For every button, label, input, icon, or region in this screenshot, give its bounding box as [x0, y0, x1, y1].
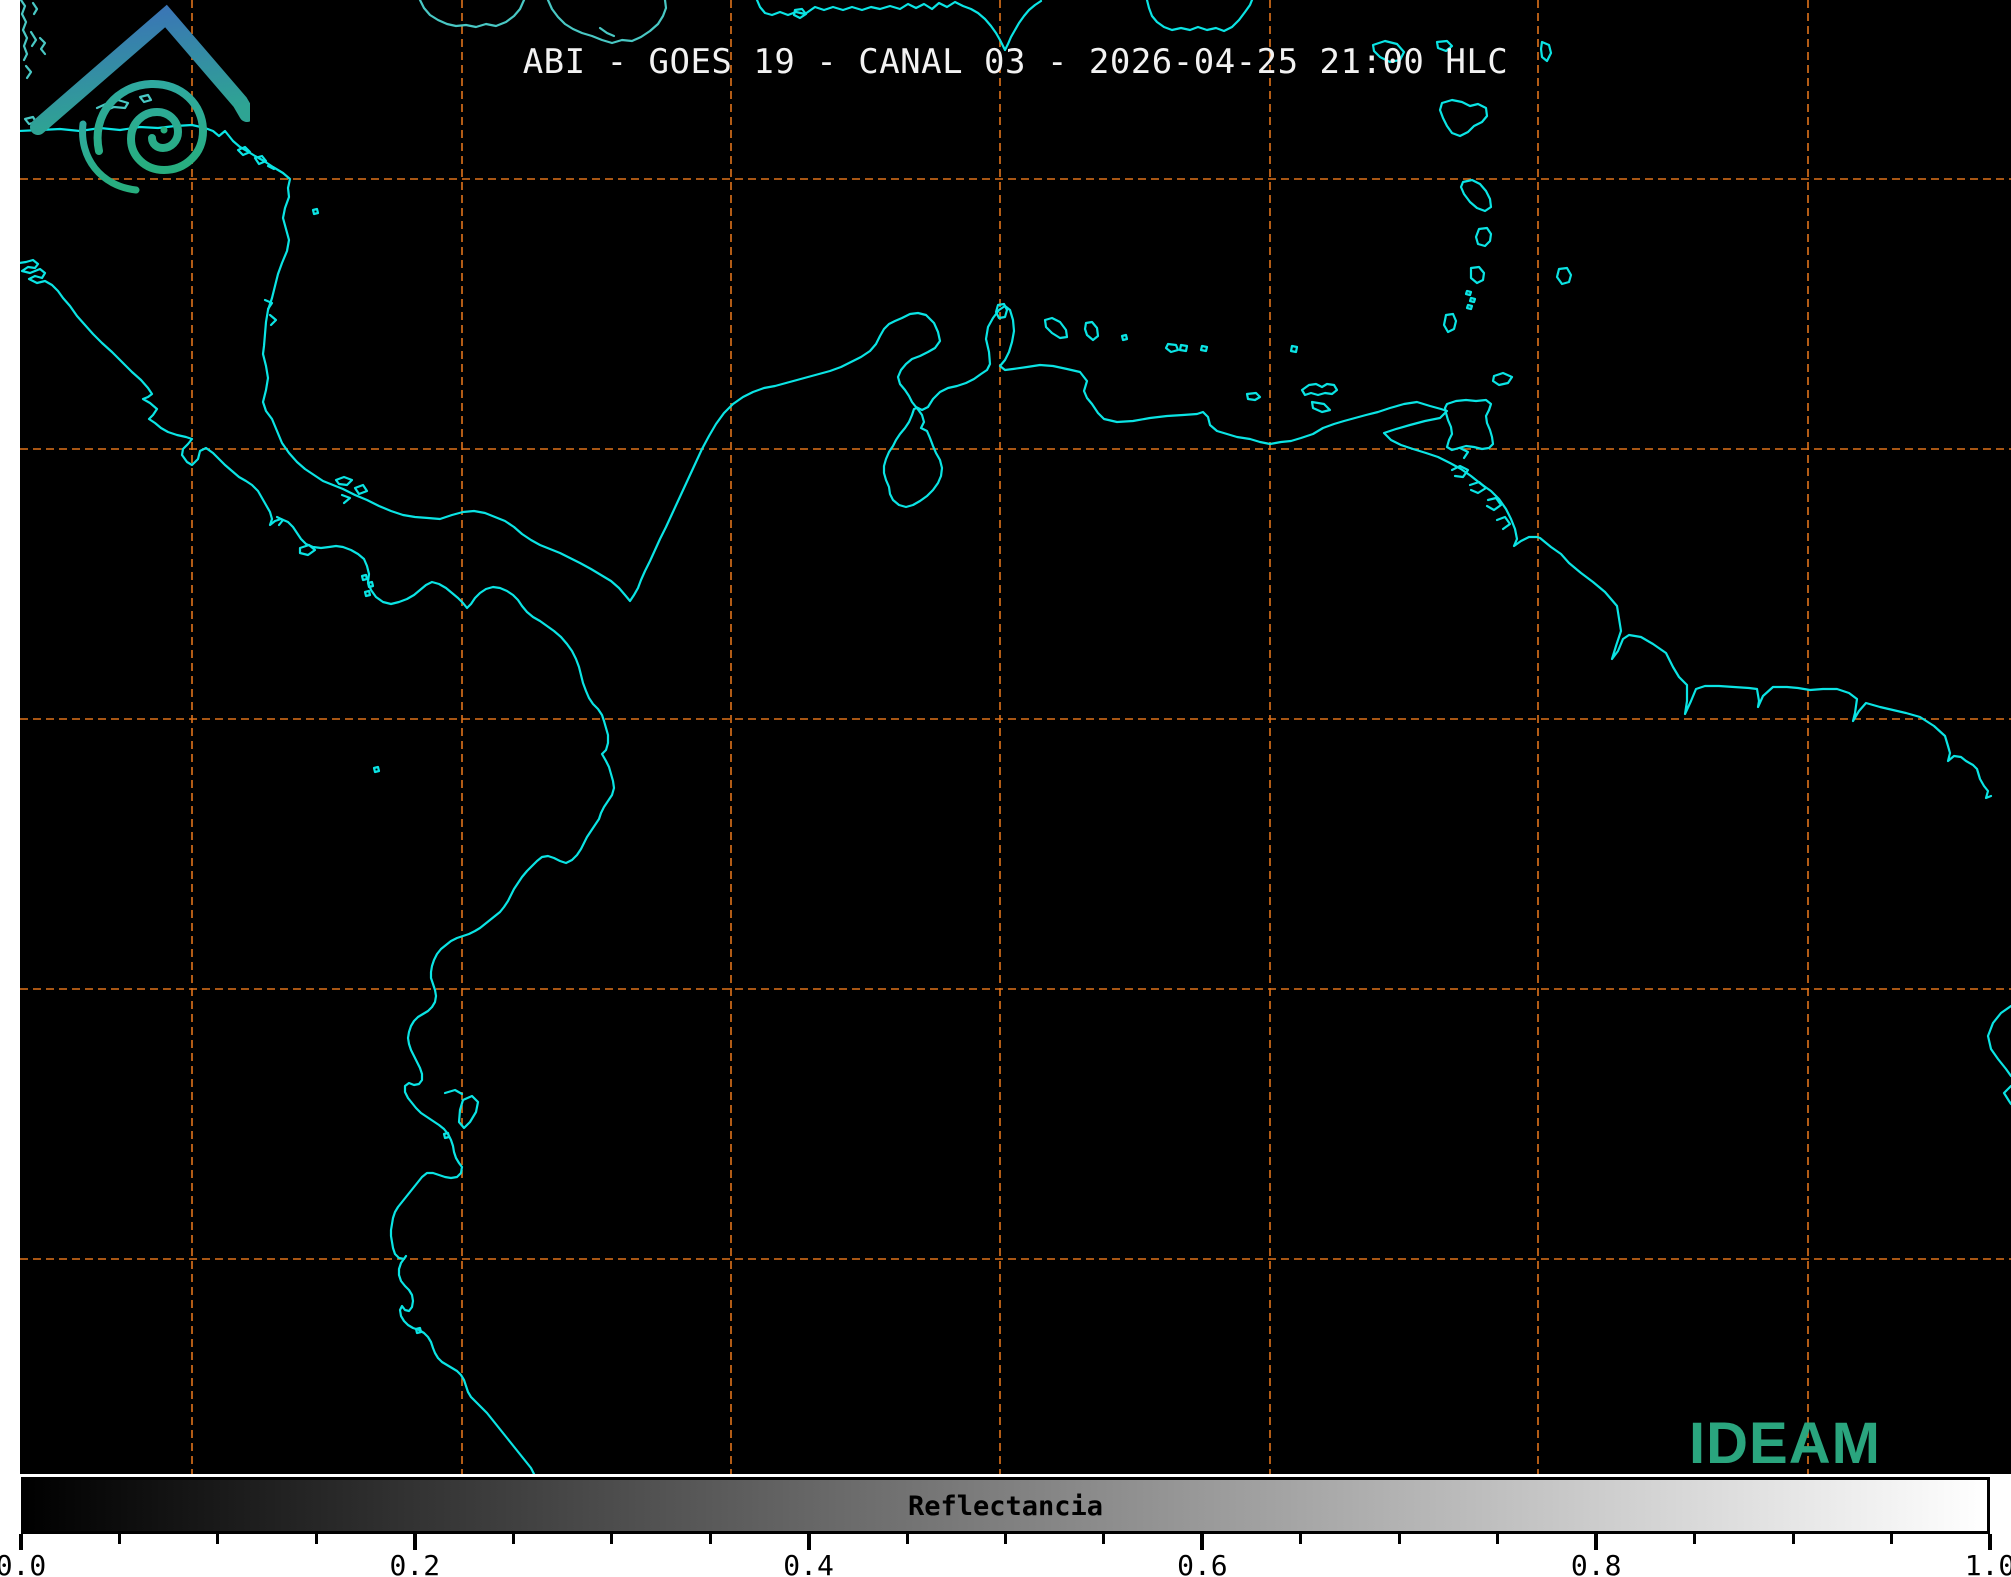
coastline-lake-maracaibo — [884, 408, 942, 507]
coastline-caribbean-mainland — [20, 125, 1991, 798]
ideam-logo-text: IDEAM — [1668, 1410, 1902, 1474]
satellite-product-figure: ABI - GOES 19 - CANAL 03 - 2026-04-25 21… — [0, 0, 2011, 1577]
map-title: ABI - GOES 19 - CANAL 03 - 2026-04-25 21… — [20, 42, 2011, 82]
coastlines — [20, 0, 2011, 1474]
colorbar-minor-tick — [1693, 1534, 1696, 1544]
colorbar-axis: 0.0 0.2 0.4 0.6 0.8 1.0 — [0, 1534, 2011, 1577]
logo-hurricane-spiral — [98, 84, 203, 170]
colorbar-label: Reflectancia — [24, 1491, 1987, 1522]
satellite-map: ABI - GOES 19 - CANAL 03 - 2026-04-25 21… — [20, 0, 2011, 1474]
colorbar-minor-tick — [1004, 1534, 1007, 1544]
colorbar-tick-label: 0.0 — [0, 1549, 66, 1577]
map-canvas — [20, 0, 2011, 1474]
colorbar-minor-tick — [1102, 1534, 1105, 1544]
colorbar-minor-tick — [118, 1534, 121, 1544]
ideam-logo — [20, 0, 250, 235]
colorbar-major-tick — [413, 1534, 417, 1550]
graticule-lines — [20, 0, 2011, 1474]
colorbar-minor-tick — [1792, 1534, 1795, 1544]
logo-spiral-eye — [161, 127, 168, 134]
coastline-orinoco-delta — [1452, 448, 1510, 529]
colorbar-minor-tick — [610, 1534, 613, 1544]
colorbar-major-tick — [1594, 1534, 1598, 1550]
colorbar-minor-tick — [1890, 1534, 1893, 1544]
colorbar-tick-label: 0.6 — [1157, 1549, 1247, 1577]
colorbar-minor-tick — [1496, 1534, 1499, 1544]
coastline-lesser-antilles — [1373, 41, 1571, 385]
colorbar-tick-label: 0.4 — [764, 1549, 854, 1577]
logo-mountain-shape — [38, 16, 247, 127]
colorbar-minor-tick — [709, 1534, 712, 1544]
colorbar-major-tick — [807, 1534, 811, 1550]
colorbar-minor-tick — [216, 1534, 219, 1544]
coastline-trinidad — [1445, 400, 1493, 450]
colorbar-minor-tick — [512, 1534, 515, 1544]
coastline-right-edge-fragment — [1988, 1006, 2011, 1104]
colorbar-major-tick — [1988, 1534, 1992, 1550]
reflectance-colorbar: Reflectancia — [21, 1477, 1990, 1534]
colorbar-major-tick — [19, 1534, 23, 1550]
coastline-venezuela-islands — [996, 304, 1337, 412]
colorbar-minor-tick — [1299, 1534, 1302, 1544]
colorbar-tick-label: 1.0 — [1945, 1549, 2011, 1577]
colorbar-tick-label: 0.8 — [1551, 1549, 1641, 1577]
coastline-pacific-mainland — [20, 260, 614, 1474]
colorbar-minor-tick — [906, 1534, 909, 1544]
coastline-panama-islands — [277, 477, 373, 596]
colorbar-minor-tick — [315, 1534, 318, 1544]
colorbar-tick-label: 0.2 — [370, 1549, 460, 1577]
colorbar-minor-tick — [1398, 1534, 1401, 1544]
colorbar-major-tick — [1200, 1534, 1204, 1550]
coastline-miskito-cays — [238, 147, 318, 325]
